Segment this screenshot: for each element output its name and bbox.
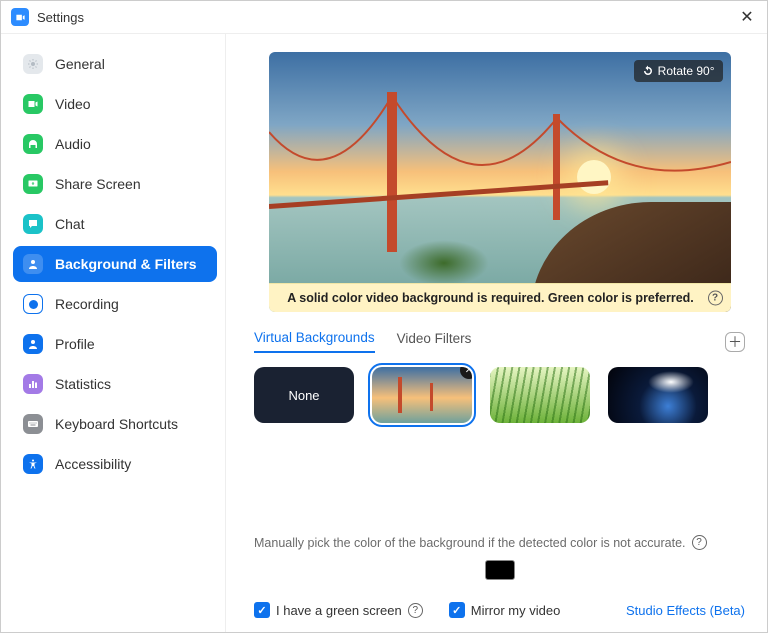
- rotate-icon: [642, 65, 654, 77]
- sidebar-item-general[interactable]: General: [13, 46, 217, 82]
- color-swatch[interactable]: [485, 560, 515, 580]
- window-title: Settings: [37, 10, 84, 25]
- bridge-tower: [387, 92, 397, 252]
- remove-thumb-icon[interactable]: [460, 367, 472, 379]
- thumb-none-label: None: [288, 388, 319, 403]
- sidebar-item-label: Accessibility: [55, 456, 131, 472]
- checkbox-checked-icon[interactable]: [449, 602, 465, 618]
- tab-virtual-backgrounds[interactable]: Virtual Backgrounds: [254, 330, 375, 353]
- color-swatch-row: [254, 560, 745, 580]
- sidebar-item-label: Background & Filters: [55, 256, 197, 272]
- share-screen-icon: [23, 174, 43, 194]
- sidebar-item-label: Share Screen: [55, 176, 141, 192]
- video-icon: [23, 94, 43, 114]
- green-screen-label: I have a green screen: [276, 603, 402, 618]
- green-screen-option[interactable]: I have a green screen ?: [254, 602, 423, 618]
- sidebar-item-label: Audio: [55, 136, 91, 152]
- sidebar-item-background-filters[interactable]: Background & Filters: [13, 246, 217, 282]
- sidebar-item-recording[interactable]: Recording: [13, 286, 217, 322]
- thumb-bridge[interactable]: [372, 367, 472, 423]
- background-thumbnails: None: [254, 367, 745, 423]
- tab-video-filters[interactable]: Video Filters: [397, 331, 472, 352]
- accessibility-icon: [23, 454, 43, 474]
- video-preview: Rotate 90° A solid color video backgroun…: [269, 52, 731, 312]
- sidebar-item-label: Video: [55, 96, 91, 112]
- person-icon: [23, 254, 43, 274]
- add-background-button[interactable]: ＋: [725, 332, 745, 352]
- titlebar: Settings ✕: [1, 1, 767, 34]
- rotate-button[interactable]: Rotate 90°: [634, 60, 723, 82]
- app-icon: [11, 8, 29, 26]
- rotate-label: Rotate 90°: [658, 64, 715, 78]
- sidebar-item-label: Chat: [55, 216, 85, 232]
- keyboard-icon: [23, 414, 43, 434]
- help-icon[interactable]: ?: [708, 291, 723, 306]
- sidebar-item-chat[interactable]: Chat: [13, 206, 217, 242]
- sidebar-item-label: Keyboard Shortcuts: [55, 416, 178, 432]
- green-screen-bleed: [399, 240, 489, 286]
- close-button[interactable]: ✕: [737, 7, 757, 27]
- thumb-earth[interactable]: [608, 367, 708, 423]
- help-icon[interactable]: ?: [692, 535, 707, 550]
- thumb-grass[interactable]: [490, 367, 590, 423]
- chat-icon: [23, 214, 43, 234]
- main-panel: Rotate 90° A solid color video backgroun…: [226, 34, 767, 632]
- sidebar-item-statistics[interactable]: Statistics: [13, 366, 217, 402]
- body: General Video Audio Share Screen Chat Ba…: [1, 34, 767, 632]
- background-notice: A solid color video background is requir…: [269, 283, 731, 312]
- sidebar-item-label: Recording: [55, 296, 119, 312]
- mirror-label: Mirror my video: [471, 603, 561, 618]
- settings-window: Settings ✕ General Video Audio Share Scr…: [0, 0, 768, 633]
- help-icon[interactable]: ?: [408, 603, 423, 618]
- hint-text: Manually pick the color of the backgroun…: [254, 536, 686, 550]
- sidebar-item-audio[interactable]: Audio: [13, 126, 217, 162]
- tabs-row: Virtual Backgrounds Video Filters ＋: [254, 330, 745, 353]
- sidebar-item-label: Statistics: [55, 376, 111, 392]
- bottom-options-row: I have a green screen ? Mirror my video …: [254, 602, 745, 618]
- notice-text: A solid color video background is requir…: [287, 291, 694, 305]
- gear-icon: [23, 54, 43, 74]
- headphones-icon: [23, 134, 43, 154]
- studio-effects-link[interactable]: Studio Effects (Beta): [626, 603, 745, 618]
- sidebar-item-video[interactable]: Video: [13, 86, 217, 122]
- statistics-icon: [23, 374, 43, 394]
- record-icon: [23, 294, 43, 314]
- sidebar-item-profile[interactable]: Profile: [13, 326, 217, 362]
- manual-color-hint: Manually pick the color of the backgroun…: [254, 535, 745, 550]
- sidebar: General Video Audio Share Screen Chat Ba…: [1, 34, 226, 632]
- checkbox-checked-icon[interactable]: [254, 602, 270, 618]
- sidebar-item-keyboard-shortcuts[interactable]: Keyboard Shortcuts: [13, 406, 217, 442]
- sidebar-item-label: General: [55, 56, 105, 72]
- thumb-none[interactable]: None: [254, 367, 354, 423]
- mirror-video-option[interactable]: Mirror my video: [449, 602, 561, 618]
- profile-icon: [23, 334, 43, 354]
- sidebar-item-accessibility[interactable]: Accessibility: [13, 446, 217, 482]
- bridge-tower: [553, 114, 560, 220]
- sidebar-item-share-screen[interactable]: Share Screen: [13, 166, 217, 202]
- sidebar-item-label: Profile: [55, 336, 95, 352]
